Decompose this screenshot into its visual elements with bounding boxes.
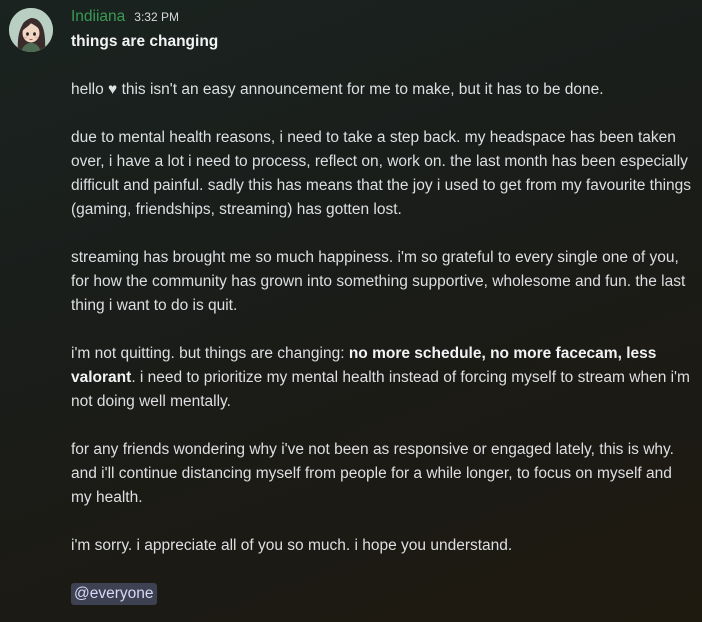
paragraph-4-end: . i need to prioritize my mental health … bbox=[71, 369, 690, 410]
timestamp[interactable]: 3:32 PM bbox=[134, 10, 179, 24]
avatar[interactable] bbox=[9, 8, 53, 52]
chat-message: Indiiana 3:32 PM things are changing hel… bbox=[0, 0, 702, 622]
paragraph-2: due to mental health reasons, i need to … bbox=[71, 129, 692, 218]
everyone-mention[interactable]: @everyone bbox=[71, 583, 157, 605]
paragraph-4-start: i'm not quitting. but things are changin… bbox=[71, 345, 349, 362]
message-title: things are changing bbox=[71, 33, 219, 50]
paragraph-6: i'm sorry. i appreciate all of you so mu… bbox=[71, 537, 513, 554]
paragraph-3: streaming has brought me so much happine… bbox=[71, 249, 686, 314]
mention-line: @everyone bbox=[71, 582, 693, 606]
paragraph-5: for any friends wondering why i've not b… bbox=[71, 441, 674, 506]
message-body: things are changing hello ♥ this isn't a… bbox=[71, 30, 693, 606]
message-header: Indiiana 3:32 PM bbox=[71, 8, 693, 28]
paragraph-4: i'm not quitting. but things are changin… bbox=[71, 342, 693, 414]
avatar-illustration-icon bbox=[9, 8, 53, 52]
username[interactable]: Indiiana bbox=[71, 8, 125, 26]
message-content: Indiiana 3:32 PM things are changing hel… bbox=[71, 8, 693, 606]
paragraph-1: hello ♥ this isn't an easy announcement … bbox=[71, 81, 604, 98]
